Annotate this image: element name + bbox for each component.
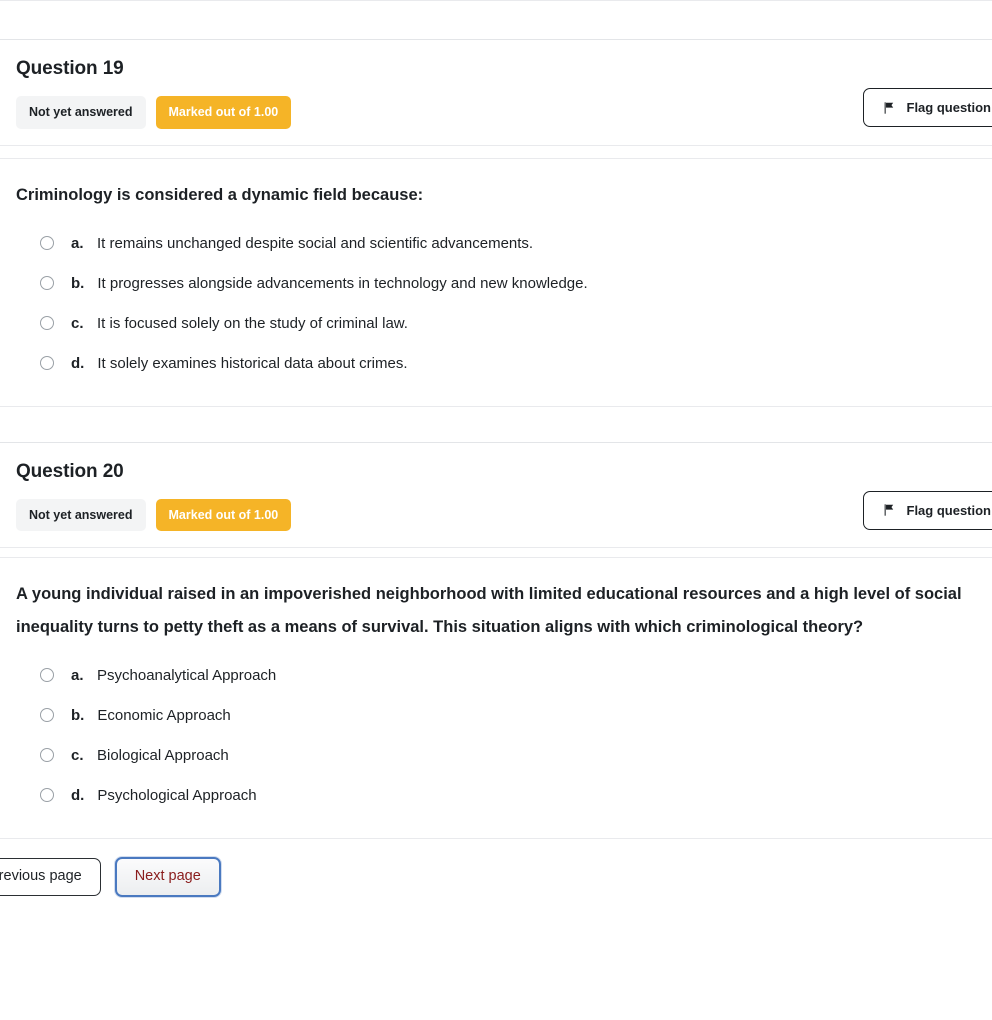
question-20-flag-button[interactable]: Flag question — [862, 490, 992, 530]
radio-icon[interactable] — [40, 788, 54, 802]
radio-icon[interactable] — [40, 748, 54, 762]
answer-letter: d. — [71, 787, 85, 804]
gap-q20-a — [0, 548, 992, 557]
question-19-status-badge: Not yet answered — [16, 96, 146, 129]
answer-letter: c. — [71, 747, 84, 764]
answer-option[interactable]: b. Economic Approach — [16, 696, 976, 736]
answer-letter: c. — [71, 314, 84, 332]
quiz-page: Question 19 Not yet answered Marked out … — [0, 0, 992, 1020]
question-20-title: Question 20 — [16, 460, 124, 482]
radio-icon[interactable] — [40, 275, 54, 290]
question-20-answers: a. Psychoanalytical Approach b. Economic… — [16, 656, 976, 816]
gap-q19-a — [0, 145, 992, 158]
question-19-flag-button[interactable]: Flag question — [862, 88, 992, 127]
question-19-flag-label: Flag question — [906, 100, 992, 115]
next-page-button[interactable]: Next page — [114, 857, 221, 897]
question-20-header: Question 20 Not yet answered Marked out … — [0, 442, 992, 547]
answer-option[interactable]: a. It remains unchanged despite social a… — [16, 224, 976, 264]
answer-text: Psychological Approach — [97, 787, 257, 804]
answer-letter: b. — [71, 274, 85, 292]
question-20-body: A young individual raised in an impoveri… — [0, 558, 992, 838]
question-20-flag-label: Flag question — [906, 502, 992, 518]
answer-text: It solely examines historical data about… — [97, 354, 408, 372]
radio-icon[interactable] — [40, 355, 54, 370]
gap-between-questions — [0, 406, 992, 442]
answer-option[interactable]: c. It is focused solely on the study of … — [16, 304, 976, 344]
question-20-text: A young individual raised in an impoveri… — [16, 585, 962, 636]
flag-icon — [882, 503, 896, 517]
question-20-badges: Not yet answered Marked out of 1.00 — [16, 498, 976, 531]
radio-icon[interactable] — [40, 708, 54, 722]
quiz-navigation: Previous page Next page — [0, 839, 992, 917]
answer-option[interactable]: d. Psychological Approach — [16, 776, 976, 816]
answer-option[interactable]: b. It progresses alongside advancements … — [16, 264, 976, 304]
question-19-badges: Not yet answered Marked out of 1.00 — [16, 96, 976, 129]
question-19-header: Question 19 Not yet answered Marked out … — [0, 40, 992, 145]
answer-letter: d. — [71, 354, 85, 372]
answer-text: Economic Approach — [97, 707, 231, 724]
question-20-marks-badge: Marked out of 1.00 — [155, 498, 292, 531]
question-19-text: Criminology is considered a dynamic fiel… — [16, 185, 424, 204]
question-19-body: Criminology is considered a dynamic fiel… — [0, 158, 992, 406]
answer-option[interactable]: c. Biological Approach — [16, 736, 976, 776]
question-19-title: Question 19 — [16, 58, 124, 79]
answer-text: It progresses alongside advancements in … — [97, 274, 588, 292]
answer-text: Biological Approach — [97, 747, 229, 764]
answer-option[interactable]: a. Psychoanalytical Approach — [16, 656, 976, 696]
radio-icon[interactable] — [40, 668, 54, 682]
question-19-answers: a. It remains unchanged despite social a… — [16, 224, 976, 384]
answer-letter: b. — [71, 707, 85, 724]
flag-icon — [882, 101, 896, 115]
previous-page-button[interactable]: Previous page — [0, 858, 101, 896]
answer-text: It is focused solely on the study of cri… — [97, 314, 408, 332]
answer-text: Psychoanalytical Approach — [97, 667, 277, 684]
answer-letter: a. — [71, 234, 84, 252]
question-20-status-badge: Not yet answered — [16, 498, 146, 531]
question-19-marks-badge: Marked out of 1.00 — [155, 96, 292, 129]
answer-option[interactable]: d. It solely examines historical data ab… — [16, 344, 976, 384]
top-spacer — [0, 1, 992, 39]
radio-icon[interactable] — [40, 315, 54, 330]
answer-text: It remains unchanged despite social and … — [97, 234, 534, 252]
radio-icon[interactable] — [40, 235, 54, 250]
answer-letter: a. — [71, 667, 84, 684]
